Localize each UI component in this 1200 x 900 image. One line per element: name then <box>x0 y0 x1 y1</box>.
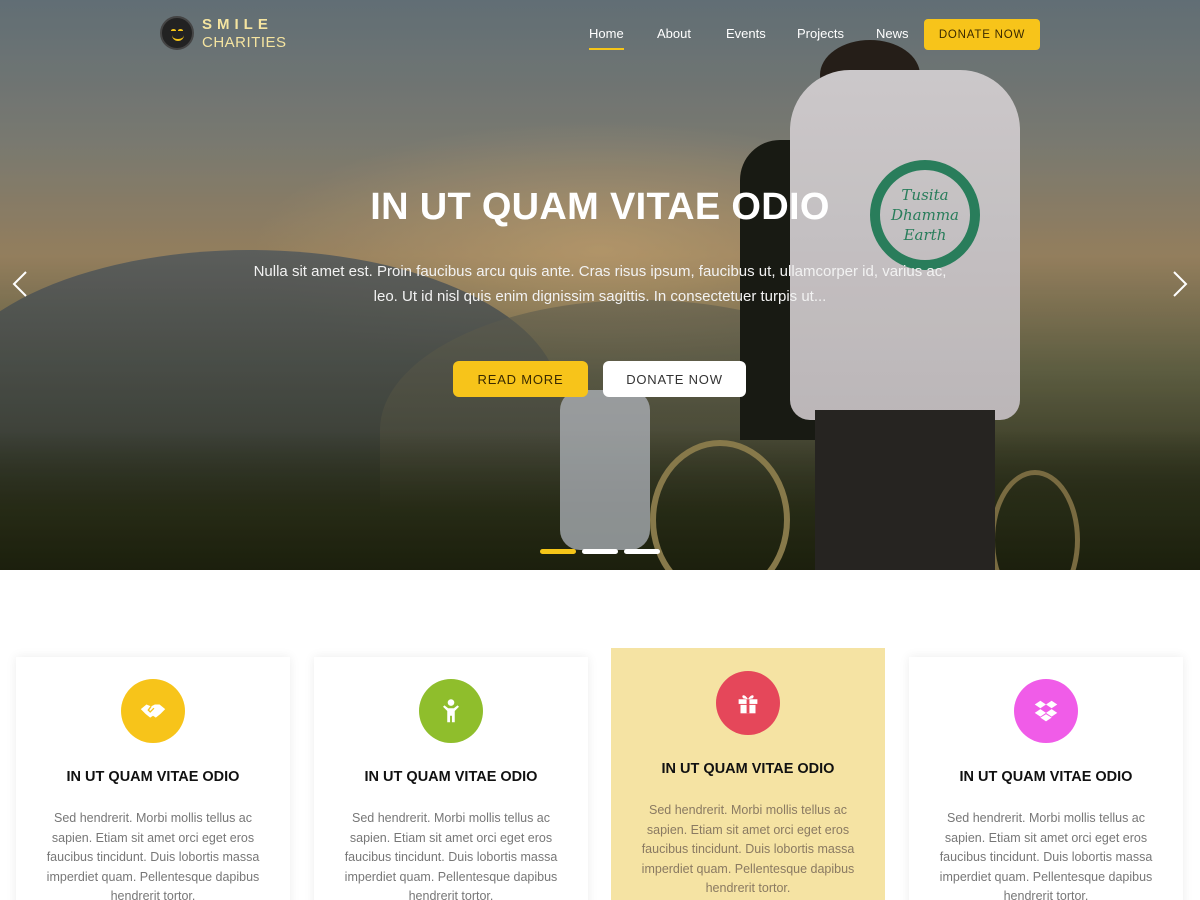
slider-next-arrow[interactable] <box>1172 270 1188 298</box>
hero-title: IN UT QUAM VITAE ODIO <box>370 186 830 228</box>
card-title: IN UT QUAM VITAE ODIO <box>959 769 1133 785</box>
card-text: Sed hendrerit. Morbi mollis tellus ac sa… <box>344 811 558 900</box>
handshake-icon <box>140 704 166 718</box>
slider-dot-3[interactable] <box>624 549 660 554</box>
logo-eye-right <box>178 29 183 32</box>
slider-dot-2[interactable] <box>582 549 618 554</box>
nav-item-news[interactable]: News <box>876 26 909 41</box>
card-text: Sed hendrerit. Morbi mollis tellus ac sa… <box>641 803 855 896</box>
nav-item-projects[interactable]: Projects <box>797 26 844 41</box>
card-title: IN UT QUAM VITAE ODIO <box>364 769 538 785</box>
service-card-1: IN UT QUAM VITAE ODIO Sed hendrerit. Mor… <box>16 657 290 900</box>
card-icon-circle <box>419 679 483 743</box>
child-icon <box>443 699 459 723</box>
hero-donate-button[interactable]: DONATE NOW <box>603 361 746 397</box>
logo-line-2: CHARITIES <box>202 33 287 51</box>
hero-description-line-2: leo. Ut id nisl quis enim dignissim sagi… <box>373 288 827 305</box>
service-card-2: IN UT QUAM VITAE ODIO Sed hendrerit. Mor… <box>314 657 588 900</box>
site-logo[interactable]: SMILE CHARITIES <box>160 16 287 50</box>
card-icon-circle <box>716 671 780 735</box>
logo-mouth <box>172 34 184 41</box>
hero-description: Nulla sit amet est. Proin faucibus arcu … <box>230 259 970 309</box>
card-icon-circle <box>1014 679 1078 743</box>
logo-text: SMILE CHARITIES <box>202 17 287 50</box>
logo-eye-left <box>171 29 176 32</box>
hero-description-line-1: Nulla sit amet est. Proin faucibus arcu … <box>253 263 947 280</box>
read-more-button[interactable]: READ MORE <box>453 361 588 397</box>
dropbox-icon <box>1034 700 1058 722</box>
slider-prev-arrow[interactable] <box>12 270 28 298</box>
service-card-3: IN UT QUAM VITAE ODIO Sed hendrerit. Mor… <box>611 648 885 900</box>
nav-item-about[interactable]: About <box>657 26 691 41</box>
gift-icon <box>738 695 758 714</box>
nav-item-home[interactable]: Home <box>589 26 624 50</box>
card-text: Sed hendrerit. Morbi mollis tellus ac sa… <box>46 811 260 900</box>
card-icon-circle <box>121 679 185 743</box>
chevron-left-icon <box>12 271 27 297</box>
card-title: IN UT QUAM VITAE ODIO <box>661 761 835 777</box>
nav-item-events[interactable]: Events <box>726 26 766 41</box>
logo-line-1: SMILE <box>202 15 273 33</box>
card-text: Sed hendrerit. Morbi mollis tellus ac sa… <box>939 811 1153 900</box>
slider-dot-1[interactable] <box>540 549 576 554</box>
smiley-logo-icon <box>160 16 194 50</box>
slider-pagination <box>540 549 660 554</box>
header-donate-button[interactable]: DONATE NOW <box>924 19 1040 50</box>
chevron-right-icon <box>1173 271 1188 297</box>
card-title: IN UT QUAM VITAE ODIO <box>66 769 240 785</box>
service-card-4: IN UT QUAM VITAE ODIO Sed hendrerit. Mor… <box>909 657 1183 900</box>
